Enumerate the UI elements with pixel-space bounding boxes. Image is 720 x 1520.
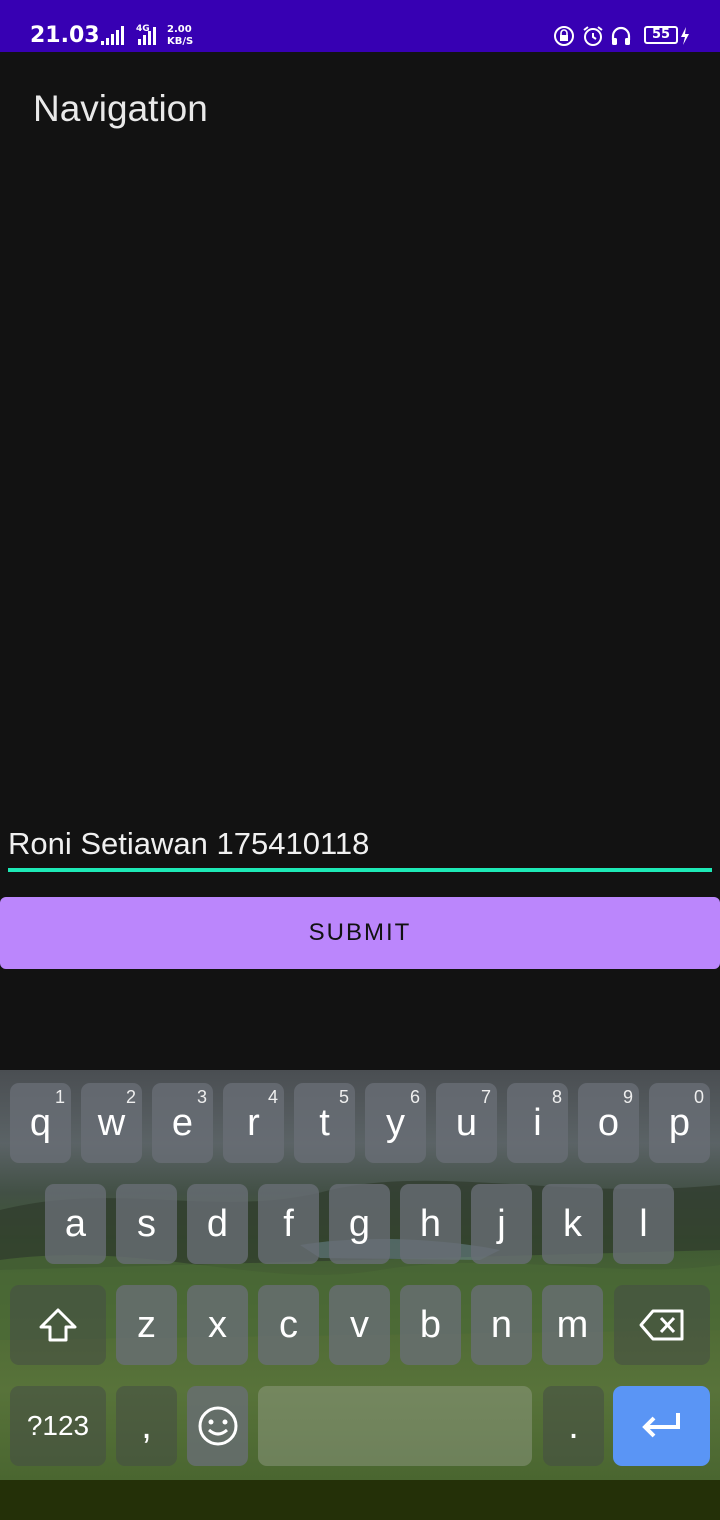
key-q[interactable]: q1: [10, 1083, 71, 1163]
shift-key[interactable]: [10, 1285, 106, 1365]
key-w[interactable]: w2: [81, 1083, 142, 1163]
charging-icon: [681, 27, 689, 45]
key-c[interactable]: c: [258, 1285, 319, 1365]
app-title: Navigation: [33, 88, 208, 129]
key-b[interactable]: b: [400, 1285, 461, 1365]
key-p[interactable]: p0: [649, 1083, 710, 1163]
key-l[interactable]: l: [613, 1184, 674, 1264]
key-o[interactable]: o9: [578, 1083, 639, 1163]
key-m[interactable]: m: [542, 1285, 603, 1365]
key-s[interactable]: s: [116, 1184, 177, 1264]
comma-key[interactable]: ,: [116, 1386, 177, 1466]
key-e[interactable]: e3: [152, 1083, 213, 1163]
key-i[interactable]: i8: [507, 1083, 568, 1163]
symbols-key[interactable]: ?123: [10, 1386, 106, 1466]
name-input-value: Roni Setiawan 175410118: [8, 826, 370, 861]
navigation-bar: [0, 1480, 720, 1520]
name-input[interactable]: Roni Setiawan 175410118: [8, 820, 712, 872]
headphones-icon: [611, 26, 631, 45]
shift-icon: [39, 1308, 77, 1342]
battery-indicator: 55: [644, 26, 678, 44]
status-bar: 21.03 4G 2.00 KB/S 55: [0, 0, 720, 52]
key-v[interactable]: v: [329, 1285, 390, 1365]
period-key[interactable]: .: [543, 1386, 604, 1466]
key-h[interactable]: h: [400, 1184, 461, 1264]
enter-icon: [641, 1413, 680, 1438]
key-d[interactable]: d: [187, 1184, 248, 1264]
key-g[interactable]: g: [329, 1184, 390, 1264]
key-n[interactable]: n: [471, 1285, 532, 1365]
key-y[interactable]: y6: [365, 1083, 426, 1163]
key-x[interactable]: x: [187, 1285, 248, 1365]
lock-rotation-icon: [554, 26, 574, 46]
key-j[interactable]: j: [471, 1184, 532, 1264]
emoji-key[interactable]: [187, 1386, 248, 1466]
enter-key[interactable]: [613, 1386, 710, 1466]
signal-icon: [101, 26, 124, 45]
key-z[interactable]: z: [116, 1285, 177, 1365]
key-a[interactable]: a: [45, 1184, 106, 1264]
key-t[interactable]: t5: [294, 1083, 355, 1163]
status-time: 21.03: [30, 23, 100, 48]
space-key[interactable]: [258, 1386, 532, 1466]
submit-button[interactable]: SUBMIT: [0, 897, 720, 969]
alarm-icon: [583, 26, 603, 46]
key-f[interactable]: f: [258, 1184, 319, 1264]
emoji-icon: [198, 1406, 237, 1446]
key-u[interactable]: u7: [436, 1083, 497, 1163]
key-k[interactable]: k: [542, 1184, 603, 1264]
net-speed: 2.00 KB/S: [167, 24, 194, 47]
backspace-key[interactable]: [614, 1285, 710, 1365]
backspace-icon: [639, 1309, 684, 1341]
key-r[interactable]: r4: [223, 1083, 284, 1163]
signal-4g-icon: [138, 27, 156, 45]
